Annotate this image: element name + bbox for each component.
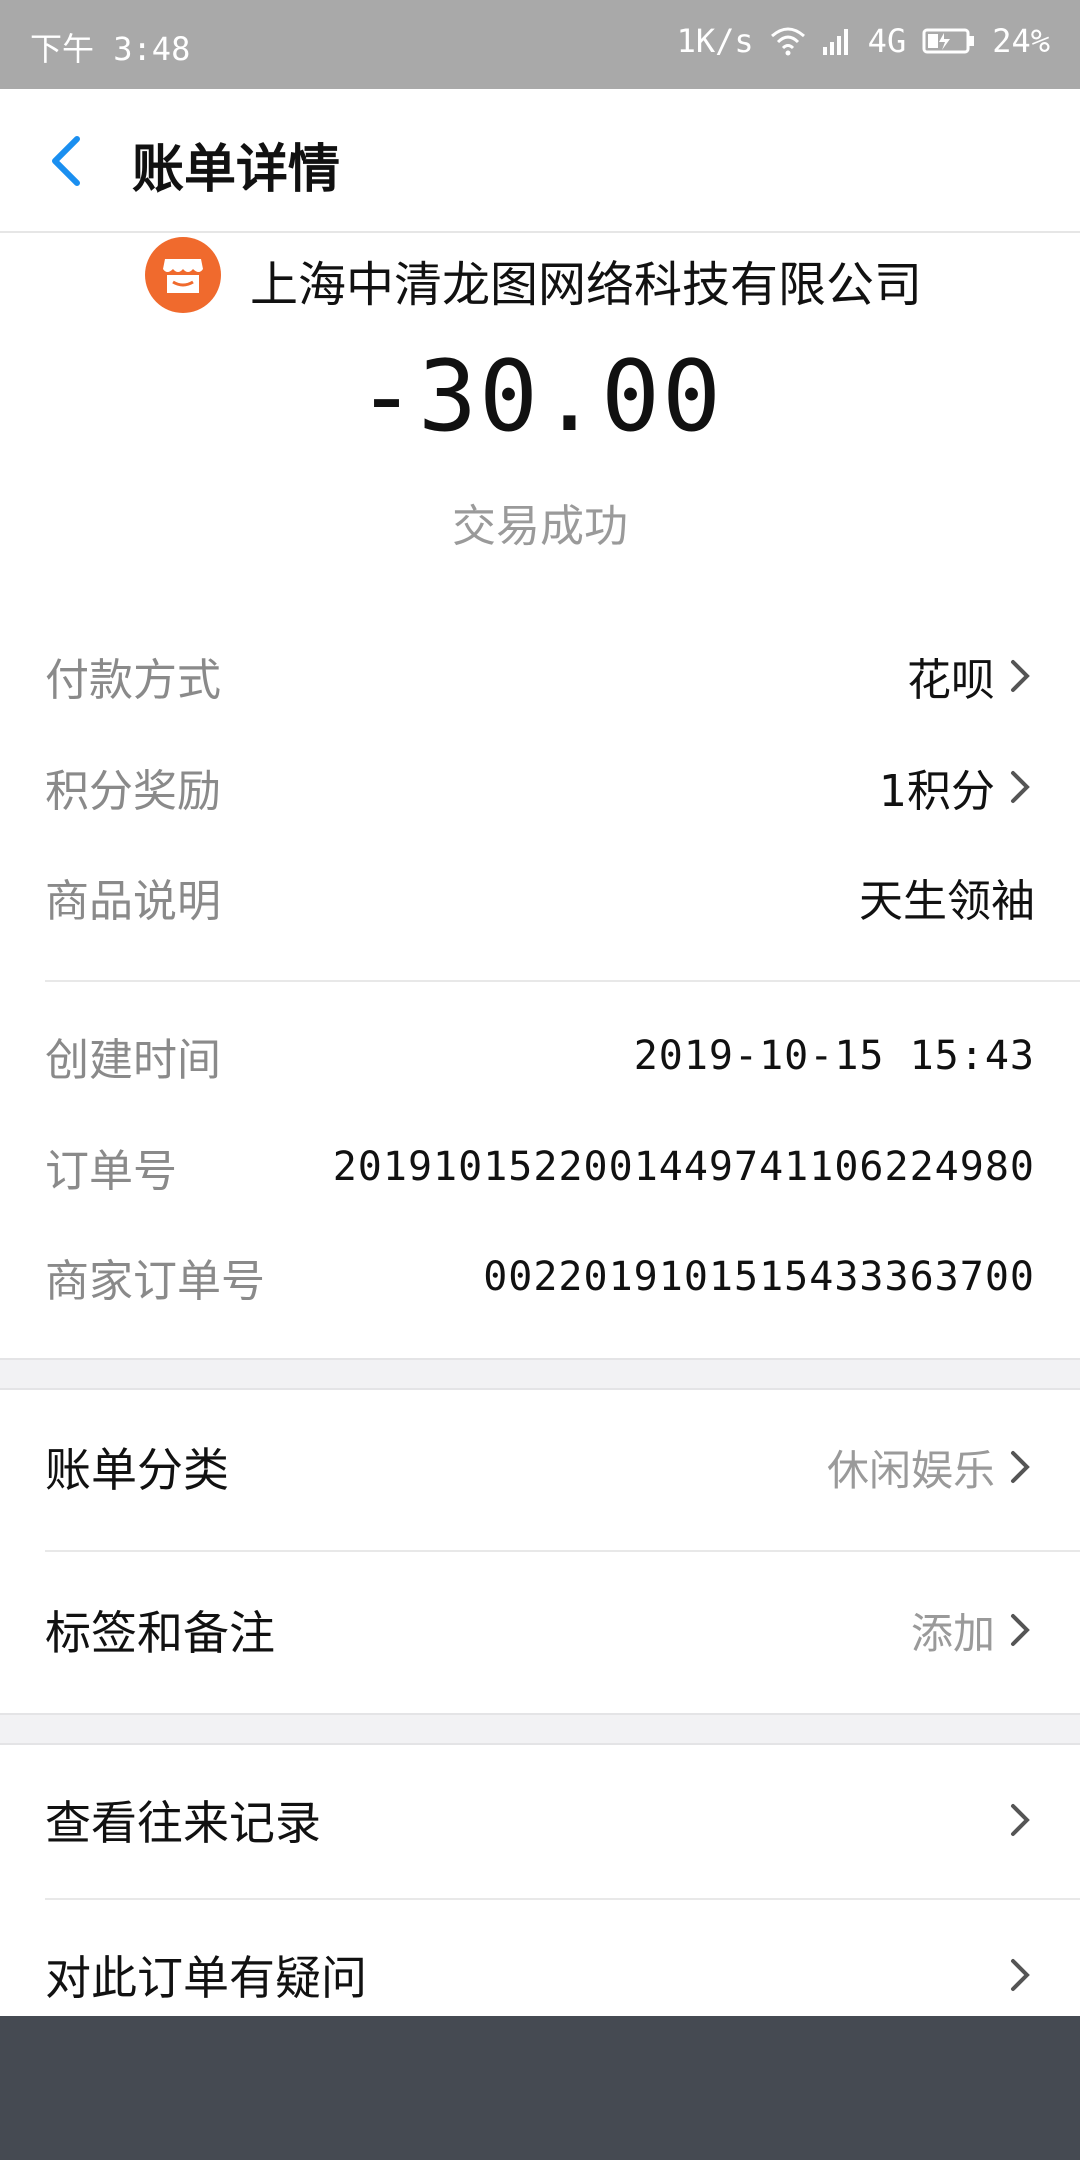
add-tag-value: 添加 [910, 1608, 995, 1658]
points-value: 1积分 [879, 766, 995, 817]
order-number-row: 订单号 2019101522001449741106224980 [45, 1127, 1035, 1207]
network-type: 4G [867, 22, 907, 60]
chevron-right-icon [1011, 1451, 1030, 1483]
payment-method-value: 花呗 [907, 655, 995, 706]
created-time-value: 2019-10-15 15:43 [633, 1033, 1035, 1079]
transaction-status: 交易成功 [452, 501, 628, 552]
row-label: 订单号 [45, 1146, 177, 1197]
row-value: 花呗 [907, 644, 1035, 708]
product-description-row: 商品说明 天生领袖 [45, 857, 1035, 937]
bottom-bar [0, 2016, 1080, 2160]
status-bar: 下午 3:48 1K/s 4G 24% [0, 0, 1080, 89]
section-separator [0, 1713, 1080, 1745]
row-label: 对此订单有疑问 [45, 1951, 367, 2005]
status-icons: 1K/s 4G 24% [677, 22, 1050, 60]
row-value: 1积分 [879, 755, 1035, 819]
wifi-icon [770, 26, 806, 56]
back-button[interactable] [40, 131, 90, 191]
tags-notes-row[interactable]: 标签和备注 添加 [45, 1555, 1035, 1705]
row-label: 创建时间 [45, 1035, 221, 1086]
divider [45, 1550, 1080, 1552]
network-speed: 1K/s [676, 22, 754, 60]
points-reward-row[interactable]: 积分奖励 1积分 [45, 747, 1035, 827]
row-label: 查看往来记录 [45, 1796, 321, 1850]
chevron-right-icon [1011, 1804, 1030, 1836]
row-label: 商家订单号 [45, 1256, 265, 1307]
chevron-right-icon [1011, 1614, 1030, 1646]
row-label: 付款方式 [45, 655, 221, 706]
battery-level: 24% [992, 22, 1050, 60]
merchant-order-number-value: 0022019101515433363700 [483, 1254, 1035, 1300]
order-number-value: 2019101522001449741106224980 [332, 1144, 1035, 1190]
status-time: 下午 3:48 [30, 30, 191, 68]
payment-method-row[interactable]: 付款方式 花呗 [45, 636, 1035, 716]
merchant-info: 上海中清龙图网络科技有限公司 [0, 233, 1080, 323]
merchant-order-number-row: 商家订单号 0022019101515433363700 [45, 1237, 1035, 1317]
page-title: 账单详情 [132, 140, 341, 200]
bill-category-value: 休闲娱乐 [826, 1445, 995, 1495]
row-label: 账单分类 [45, 1443, 229, 1497]
row-label: 商品说明 [45, 876, 221, 927]
bill-category-row[interactable]: 账单分类 休闲娱乐 [45, 1392, 1035, 1542]
divider [45, 980, 1080, 982]
transaction-amount: -30.00 [356, 340, 723, 454]
merchant-name: 上海中清龙图网络科技有限公司 [250, 257, 923, 313]
view-history-row[interactable]: 查看往来记录 [45, 1745, 1035, 1895]
chevron-right-icon [1011, 771, 1030, 803]
row-label: 积分奖励 [45, 766, 221, 817]
section-separator [0, 1358, 1080, 1390]
signal-icon [822, 27, 852, 55]
product-description-value: 天生领袖 [859, 876, 1035, 927]
app-header: 账单详情 [0, 89, 1080, 233]
chevron-right-icon [1011, 1959, 1030, 1991]
row-value: 添加 [911, 1600, 1035, 1661]
battery-icon [922, 27, 976, 55]
chevron-left-icon [52, 136, 80, 186]
chevron-right-icon [1011, 660, 1030, 692]
row-label: 标签和备注 [45, 1606, 275, 1660]
store-icon [145, 237, 221, 313]
row-value: 休闲娱乐 [827, 1437, 1035, 1498]
created-time-row: 创建时间 2019-10-15 15:43 [45, 1016, 1035, 1096]
